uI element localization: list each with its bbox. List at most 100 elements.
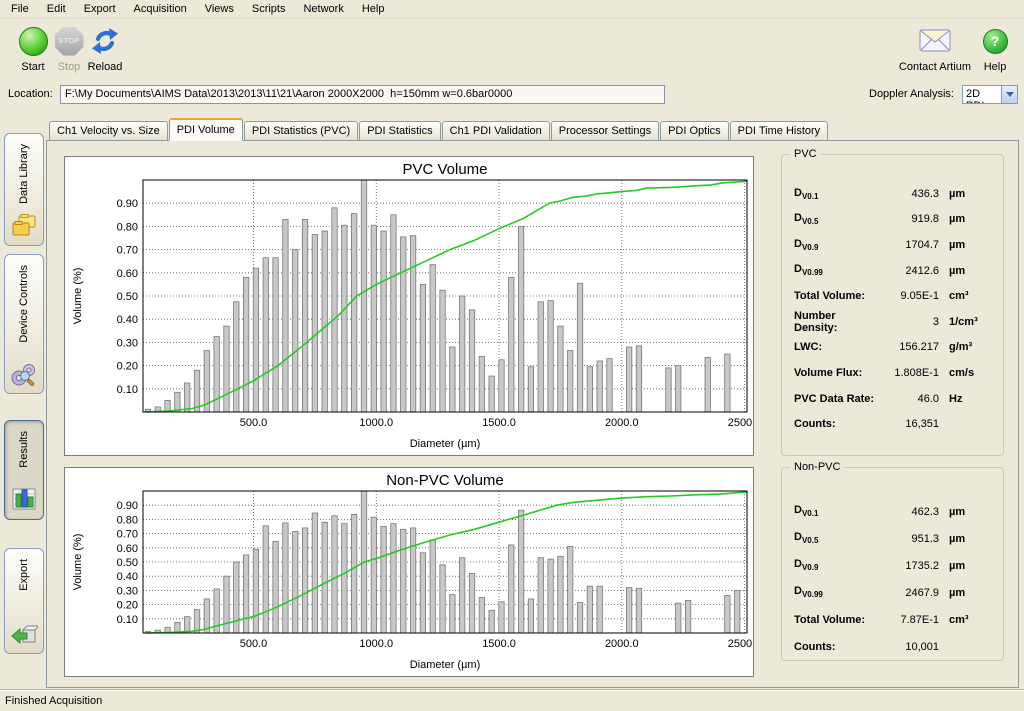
- stat-row: DV0.992412.6µm: [782, 258, 1003, 284]
- stat-value: 1704.7: [877, 239, 939, 251]
- sidebar-item-device-controls[interactable]: Device Controls: [4, 254, 44, 394]
- sidebar-item-results[interactable]: Results: [4, 420, 44, 520]
- stat-unit: µm: [939, 239, 993, 251]
- stat-unit: cm³: [939, 614, 993, 626]
- tab-ch1-pdi-validation[interactable]: Ch1 PDI Validation: [442, 121, 550, 140]
- stat-value: 3: [877, 316, 939, 328]
- doppler-analysis-select[interactable]: 2D PDI: [962, 85, 1018, 104]
- menu-item-acquisition[interactable]: Acquisition: [125, 1, 196, 17]
- stat-unit: µm: [939, 587, 993, 599]
- y-axis-label: Volume (%): [72, 268, 84, 325]
- svg-text:500.0: 500.0: [240, 417, 268, 429]
- menu-item-network[interactable]: Network: [294, 1, 352, 17]
- svg-text:0.70: 0.70: [117, 529, 138, 541]
- stat-row: LWC:156.217g/m³: [782, 335, 1003, 361]
- stat-row: Volume Flux:1.808E-1cm/s: [782, 360, 1003, 386]
- stat-value: 951.3: [877, 533, 939, 545]
- svg-text:2000.0: 2000.0: [605, 417, 639, 429]
- svg-text:0.90: 0.90: [117, 198, 138, 210]
- stat-row: DV0.1436.3µm: [782, 181, 1003, 207]
- menu-item-edit[interactable]: Edit: [38, 1, 75, 17]
- reload-icon: [90, 26, 120, 56]
- tab-pdi-optics[interactable]: PDI Optics: [660, 121, 729, 140]
- contact-artium-label: Contact Artium: [895, 61, 975, 73]
- svg-text:2500.0: 2500.0: [728, 417, 754, 429]
- stat-row: DV0.91735.2µm: [782, 552, 1003, 579]
- stats-panel-nonpvc: Non-PVC DV0.1462.3µmDV0.5951.3µmDV0.9173…: [781, 467, 1004, 661]
- stat-row: DV0.91704.7µm: [782, 232, 1003, 258]
- tab-pdi-time-history[interactable]: PDI Time History: [730, 121, 829, 140]
- stat-row: Number Density:31/cm³: [782, 309, 1003, 335]
- pdi-volume-panel: 0.10 0.20 0.30 0.40 0.50 0.60 0.70 0.80 0.90 500.…: [46, 140, 1019, 688]
- menu-item-scripts[interactable]: Scripts: [243, 1, 295, 17]
- help-icon: ?: [983, 29, 1008, 54]
- chevron-down-icon: [1006, 92, 1014, 101]
- stat-row: Counts:16,351: [782, 411, 1003, 437]
- doppler-analysis-value: 2D PDI: [963, 86, 1001, 103]
- stat-label: DV0.99: [794, 585, 877, 599]
- menu-item-views[interactable]: Views: [196, 1, 243, 17]
- stat-rows: DV0.1462.3µmDV0.5951.3µmDV0.91735.2µmDV0…: [782, 498, 1003, 660]
- chart-title: PVC Volume: [402, 161, 487, 178]
- stat-value: 436.3: [877, 188, 939, 200]
- sidebar-item-data-library[interactable]: Data Library: [4, 133, 44, 246]
- stat-value: 10,001: [877, 641, 939, 653]
- stat-row: DV0.5951.3µm: [782, 525, 1003, 552]
- app-window: File Edit Export Acquisition Views Scrip…: [0, 0, 1024, 711]
- stat-value: 462.3: [877, 506, 939, 518]
- stat-row: Total Volume:7.87E-1cm³: [782, 606, 1003, 633]
- doppler-analysis-label: Doppler Analysis:: [869, 88, 954, 100]
- svg-text:0.20: 0.20: [117, 361, 138, 373]
- tab-processor-settings[interactable]: Processor Settings: [551, 121, 659, 140]
- contact-artium-button[interactable]: Contact Artium: [895, 23, 975, 73]
- location-input[interactable]: F:\My Documents\AIMS Data\2013\2013\11\2…: [60, 85, 665, 104]
- sidebar-item-export[interactable]: Export: [4, 548, 44, 654]
- stat-unit: 1/cm³: [939, 316, 993, 328]
- tab-pdi-statistics[interactable]: PDI Statistics: [359, 121, 440, 140]
- doppler-dropdown-button[interactable]: [1001, 86, 1017, 103]
- help-button[interactable]: ? Help: [975, 23, 1015, 73]
- stat-value: 16,351: [877, 418, 939, 430]
- stat-row: DV0.1462.3µm: [782, 498, 1003, 525]
- stat-label: DV0.9: [794, 558, 877, 572]
- stat-unit: Hz: [939, 393, 993, 405]
- stat-label: Total Volume:: [794, 614, 877, 626]
- envelope-icon: [919, 29, 951, 53]
- stat-row: Counts:10,001: [782, 633, 1003, 660]
- svg-text:0.10: 0.10: [117, 614, 138, 626]
- stat-row: DV0.5919.8µm: [782, 207, 1003, 233]
- tab-ch1-velocity-vs-size[interactable]: Ch1 Velocity vs. Size: [49, 121, 168, 140]
- menu-item-help[interactable]: Help: [353, 1, 394, 17]
- chart-pvc-volume: 0.100.200.300.400.500.600.700.800.90500.…: [64, 156, 754, 456]
- stat-label: Counts:: [794, 641, 877, 653]
- stat-value: 1.808E-1: [877, 367, 939, 379]
- stat-label: DV0.9: [794, 238, 877, 252]
- tab-strip: Ch1 Velocity vs. Size PDI Volume PDI Sta…: [46, 119, 1019, 140]
- menu-item-export[interactable]: Export: [75, 1, 125, 17]
- reload-button[interactable]: Reload: [77, 23, 133, 73]
- tab-pdi-volume[interactable]: PDI Volume: [169, 118, 243, 141]
- stat-unit: µm: [939, 533, 993, 545]
- svg-text:0.80: 0.80: [117, 514, 138, 526]
- stat-unit: µm: [939, 213, 993, 225]
- svg-text:0.10: 0.10: [117, 384, 138, 396]
- svg-text:0.50: 0.50: [117, 557, 138, 569]
- tab-pdi-statistics-pvc[interactable]: PDI Statistics (PVC): [244, 121, 358, 140]
- stats-panel-pvc: PVC DV0.1436.3µmDV0.5919.8µmDV0.91704.7µ…: [781, 154, 1004, 456]
- help-label: Help: [975, 61, 1015, 73]
- chart-title: Non-PVC Volume: [386, 472, 504, 489]
- stat-value: 46.0: [877, 393, 939, 405]
- svg-text:0.40: 0.40: [117, 314, 138, 326]
- stat-value: 156.217: [877, 341, 939, 353]
- stat-value: 2467.9: [877, 587, 939, 599]
- menu-item-file[interactable]: File: [2, 1, 38, 17]
- svg-text:0.60: 0.60: [117, 543, 138, 555]
- location-row: Location: F:\My Documents\AIMS Data\2013…: [0, 84, 1024, 106]
- svg-text:0.20: 0.20: [117, 600, 138, 612]
- stat-value: 7.87E-1: [877, 614, 939, 626]
- stat-label: Counts:: [794, 418, 877, 430]
- svg-text:0.60: 0.60: [117, 268, 138, 280]
- location-label: Location:: [8, 88, 53, 100]
- svg-text:0.30: 0.30: [117, 585, 138, 597]
- stat-unit: µm: [939, 188, 993, 200]
